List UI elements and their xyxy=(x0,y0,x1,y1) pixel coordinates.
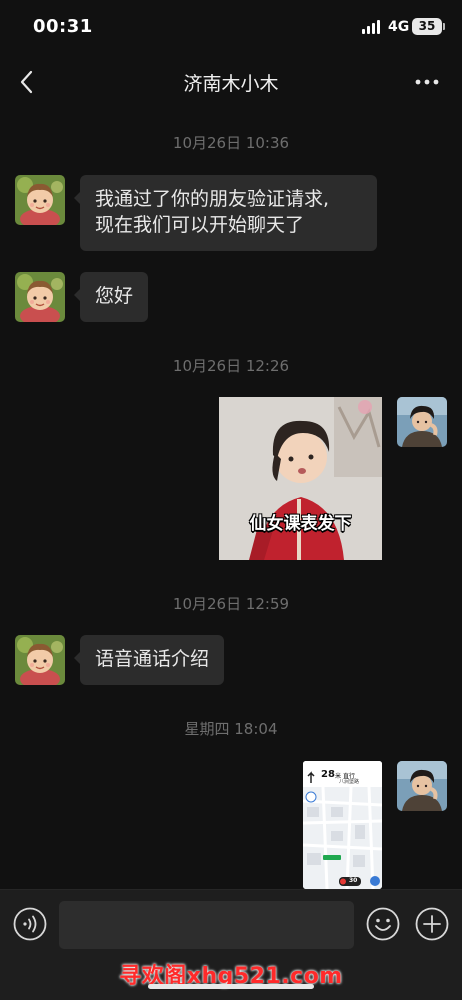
nav-distance: 28 xyxy=(321,769,335,780)
voice-icon[interactable] xyxy=(13,907,47,941)
contact-avatar[interactable] xyxy=(15,635,65,685)
my-avatar[interactable] xyxy=(397,397,447,447)
message-input[interactable] xyxy=(59,901,354,949)
chat-title: 济南木小木 xyxy=(183,73,279,95)
message-bubble-received[interactable]: 我通过了你的朋友验证请求, 现在我们可以开始聊天了 xyxy=(74,175,377,251)
contact-avatar[interactable] xyxy=(15,272,65,322)
timestamp: 10月26日 12:26 xyxy=(172,357,290,375)
sticker-caption: 仙女课表发下 xyxy=(249,514,352,534)
battery-level: 35 xyxy=(418,19,436,33)
timestamp: 10月26日 10:36 xyxy=(172,134,290,152)
message-bubble-received[interactable]: 您好 xyxy=(73,272,149,322)
message-line: 我通过了你的朋友验证请求, xyxy=(95,188,330,210)
contact-avatar[interactable] xyxy=(15,175,65,225)
status-time: 00:31 xyxy=(33,16,93,37)
home-indicator[interactable] xyxy=(148,984,314,989)
timestamp: 10月26日 12:59 xyxy=(172,595,290,613)
battery-icon: 35 xyxy=(412,18,442,35)
emoji-icon[interactable] xyxy=(366,907,400,941)
sticker-image[interactable]: 仙女课表发下 xyxy=(219,397,382,560)
my-avatar[interactable] xyxy=(397,761,447,811)
timestamp: 星期四 18:04 xyxy=(184,720,278,738)
nav-road: 八涧堡路 xyxy=(339,779,360,785)
nav-bar: 济南木小木 xyxy=(0,56,462,108)
battery-tip xyxy=(443,23,445,30)
plus-icon[interactable] xyxy=(415,907,449,941)
network-type: 4G xyxy=(388,19,410,35)
message-bubble-received[interactable]: 语音通话介绍 xyxy=(73,635,225,685)
navigation-screenshot[interactable]: 28 米 直行 八涧堡路 30 xyxy=(303,761,382,889)
signal-icon xyxy=(362,20,382,34)
more-icon[interactable] xyxy=(413,68,441,96)
nav-speed: 30 xyxy=(349,877,358,884)
message-line: 现在我们可以开始聊天了 xyxy=(95,214,305,236)
status-bar: 00:31 4G 35 xyxy=(0,0,462,56)
